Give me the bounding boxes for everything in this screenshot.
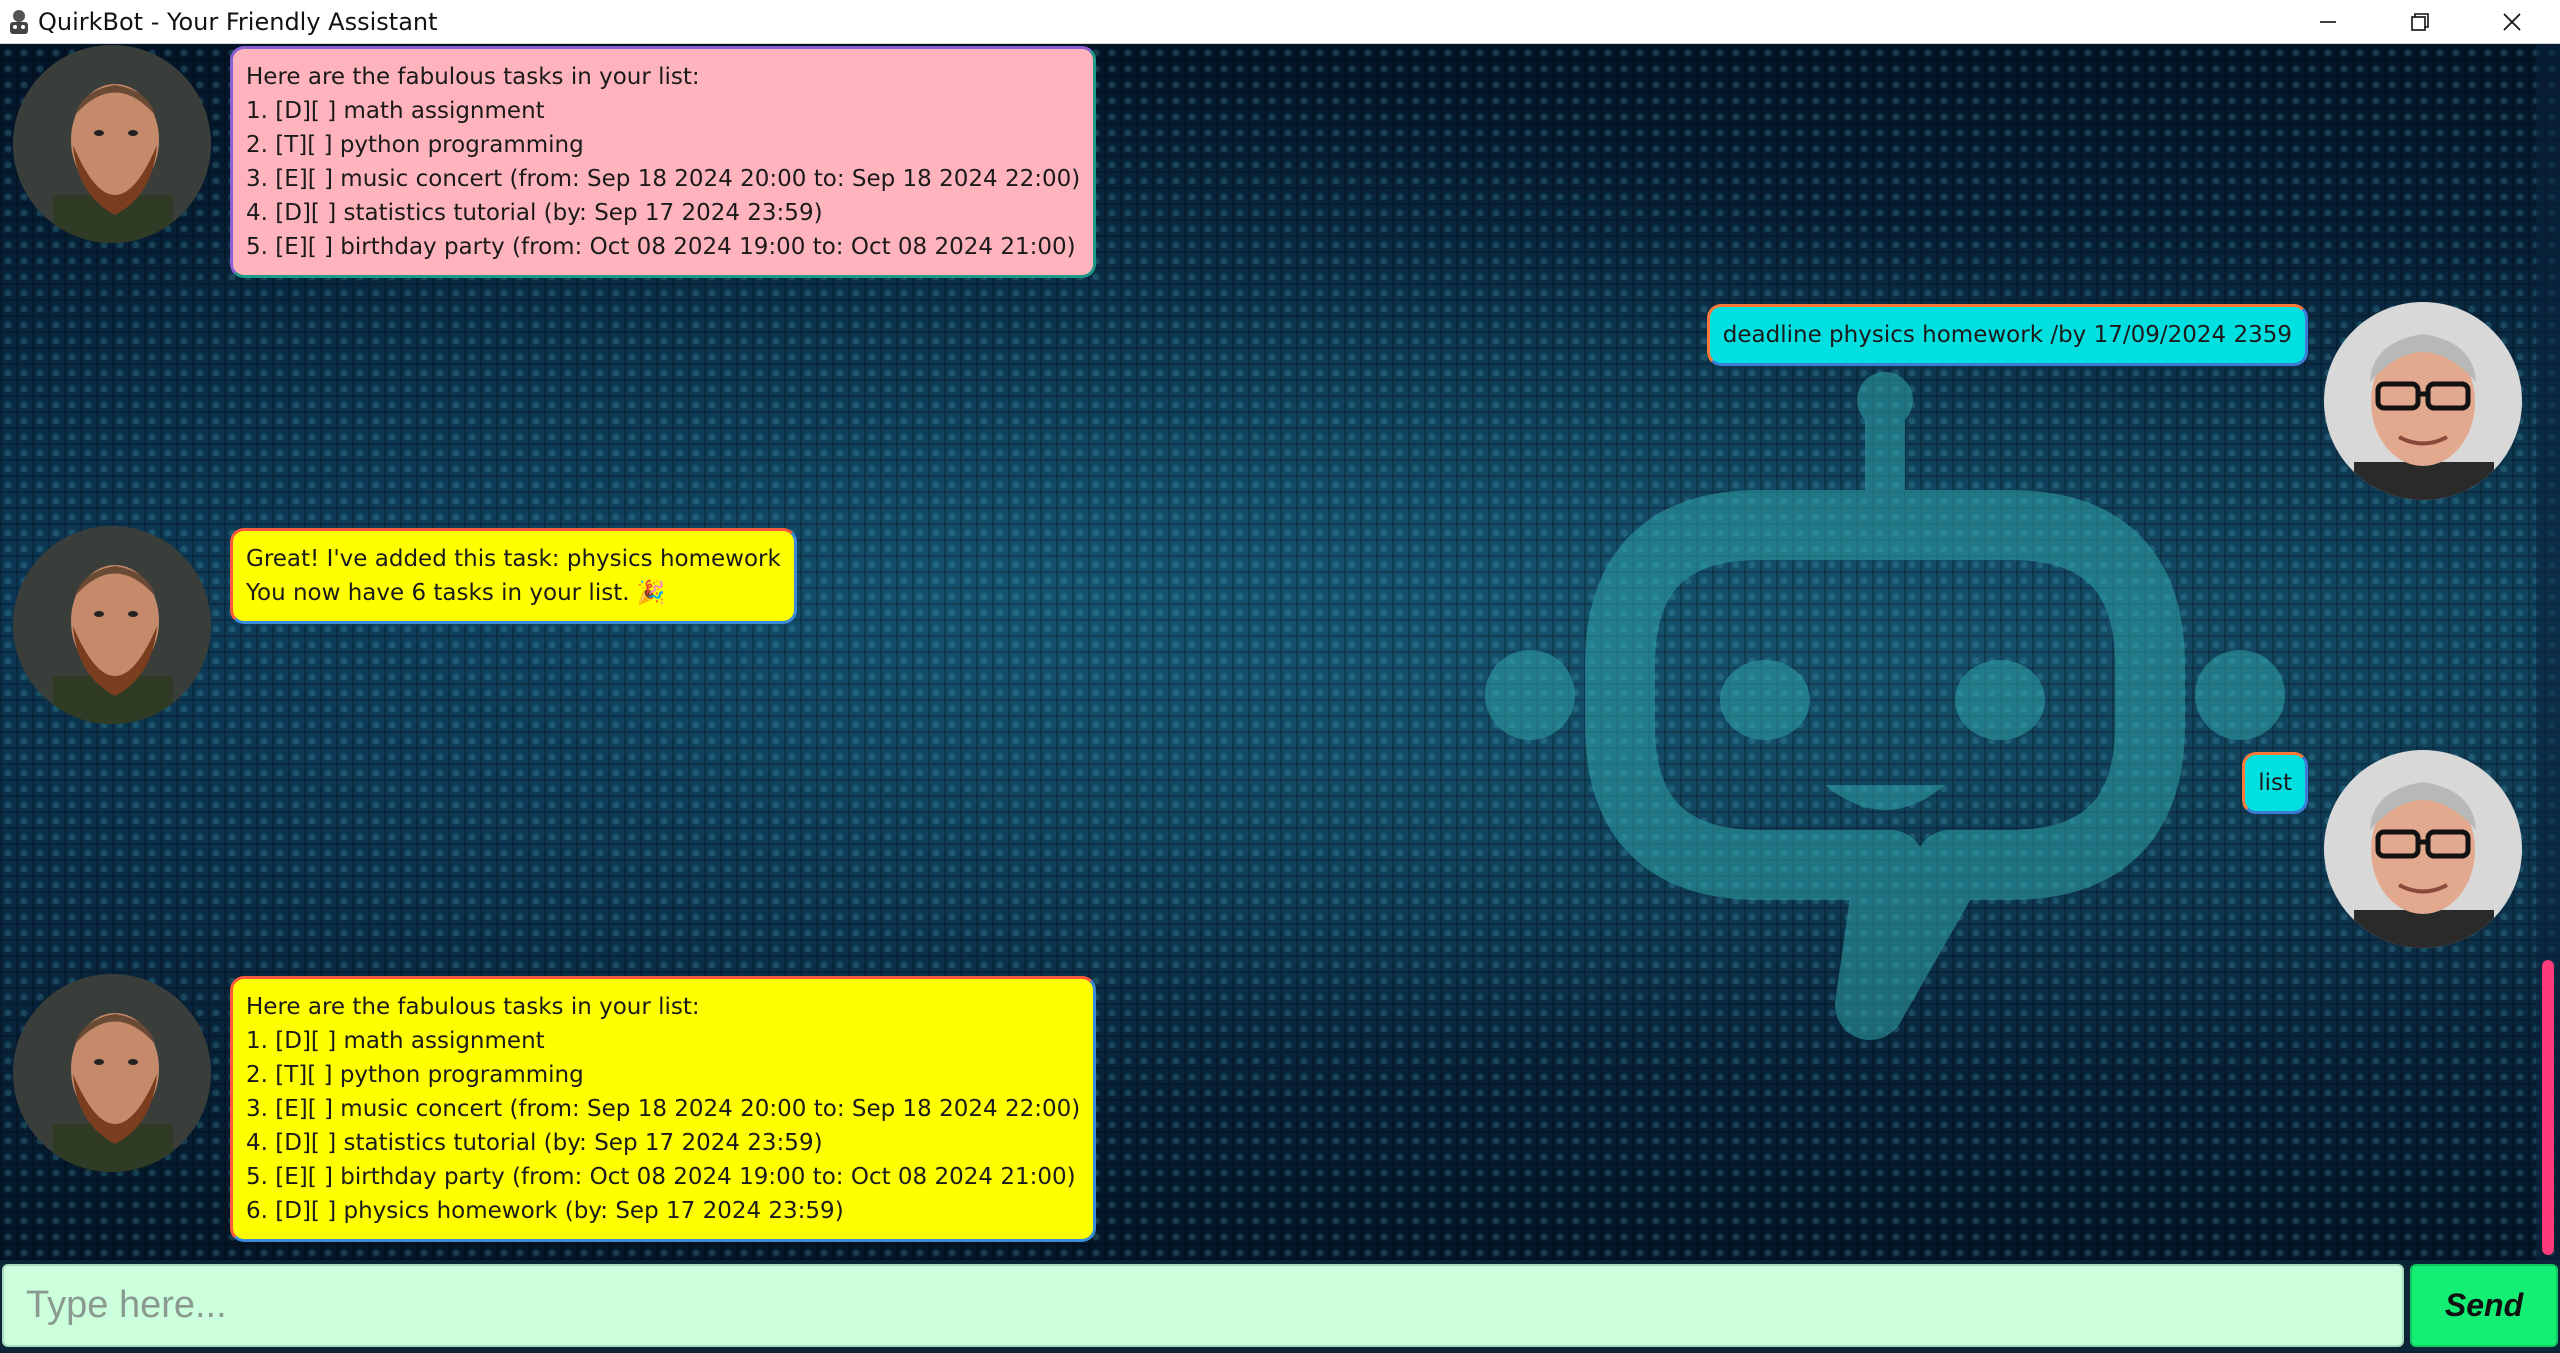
message-line: 5. [E][ ] birthday party (from: Oct 08 2… [246,234,1076,260]
user-avatar [2324,750,2522,948]
window-title-bar: QuirkBot - Your Friendly Assistant [0,0,2560,44]
message-line: 2. [T][ ] python programming [246,1062,584,1088]
message-line: 3. [E][ ] music concert (from: Sep 18 20… [246,166,1081,192]
message-line: 3. [E][ ] music concert (from: Sep 18 20… [246,1096,1081,1122]
user-message-bubble: deadline physics homework /by 17/09/2024… [1706,304,2308,366]
bot-message-bubble: Here are the fabulous tasks in your list… [230,46,1097,278]
message-line: 6. [D][ ] physics homework (by: Sep 17 2… [246,1198,844,1224]
message-line: list [2258,770,2292,796]
window-title: QuirkBot - Your Friendly Assistant [38,8,438,36]
message-input[interactable] [2,1264,2404,1347]
message-line: Here are the fabulous tasks in your list… [246,64,700,90]
message-line: 1. [D][ ] math assignment [246,1028,545,1054]
message-line: deadline physics homework /by 17/09/2024… [1722,322,2292,348]
user-message-bubble: list [2242,752,2308,814]
message-line: 1. [D][ ] math assignment [246,98,545,124]
bot-avatar [13,974,211,1172]
bot-avatar [13,45,211,243]
robot-chat-logo-icon [1485,372,2285,1040]
minimize-icon [2320,21,2336,23]
minimize-button[interactable] [2282,0,2374,44]
user-avatar [2324,302,2522,500]
app-robot-icon [6,7,32,37]
chat-scrollbar-thumb[interactable] [2542,960,2554,1255]
bot-message-bubble: Great! I've added this task: physics hom… [230,528,797,624]
message-line: 5. [E][ ] birthday party (from: Oct 08 2… [246,1164,1076,1190]
message-line: 2. [T][ ] python programming [246,132,584,158]
message-line: Great! I've added this task: physics hom… [246,546,781,572]
bot-message-bubble: Here are the fabulous tasks in your list… [230,976,1097,1242]
message-line: 4. [D][ ] statistics tutorial (by: Sep 1… [246,200,823,226]
message-line: Here are the fabulous tasks in your list… [246,994,700,1020]
close-icon [2503,13,2521,31]
restore-icon [2411,13,2429,31]
message-line: You now have 6 tasks in your list. 🎉 [246,580,666,606]
input-row: Send [0,1260,2560,1353]
message-line: 4. [D][ ] statistics tutorial (by: Sep 1… [246,1130,823,1156]
close-button[interactable] [2466,0,2558,44]
send-button[interactable]: Send [2410,1264,2558,1347]
restore-button[interactable] [2374,0,2466,44]
bot-avatar [13,526,211,724]
